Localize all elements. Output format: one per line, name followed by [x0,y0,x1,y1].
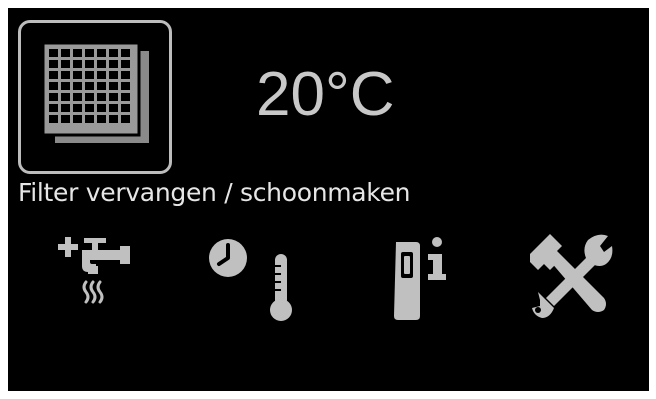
service-tools-button[interactable] [516,230,628,322]
device-info-icon [394,237,446,320]
hot-water-button[interactable] [36,230,148,322]
hammer-wrench-icon [530,234,613,318]
clock-thermometer-icon [209,239,292,321]
status-message: Filter vervangen / schoonmaken [18,178,411,207]
device-screen: 20°C Filter vervangen / schoonmaken [8,8,649,391]
device-info-button[interactable] [364,230,476,322]
schedule-temperature-button[interactable] [204,230,316,322]
hot-water-tap-icon [58,237,130,304]
filter-status-button[interactable] [18,20,172,174]
temperature-readout: 20°C [256,60,395,129]
filter-grid-icon [41,41,149,143]
